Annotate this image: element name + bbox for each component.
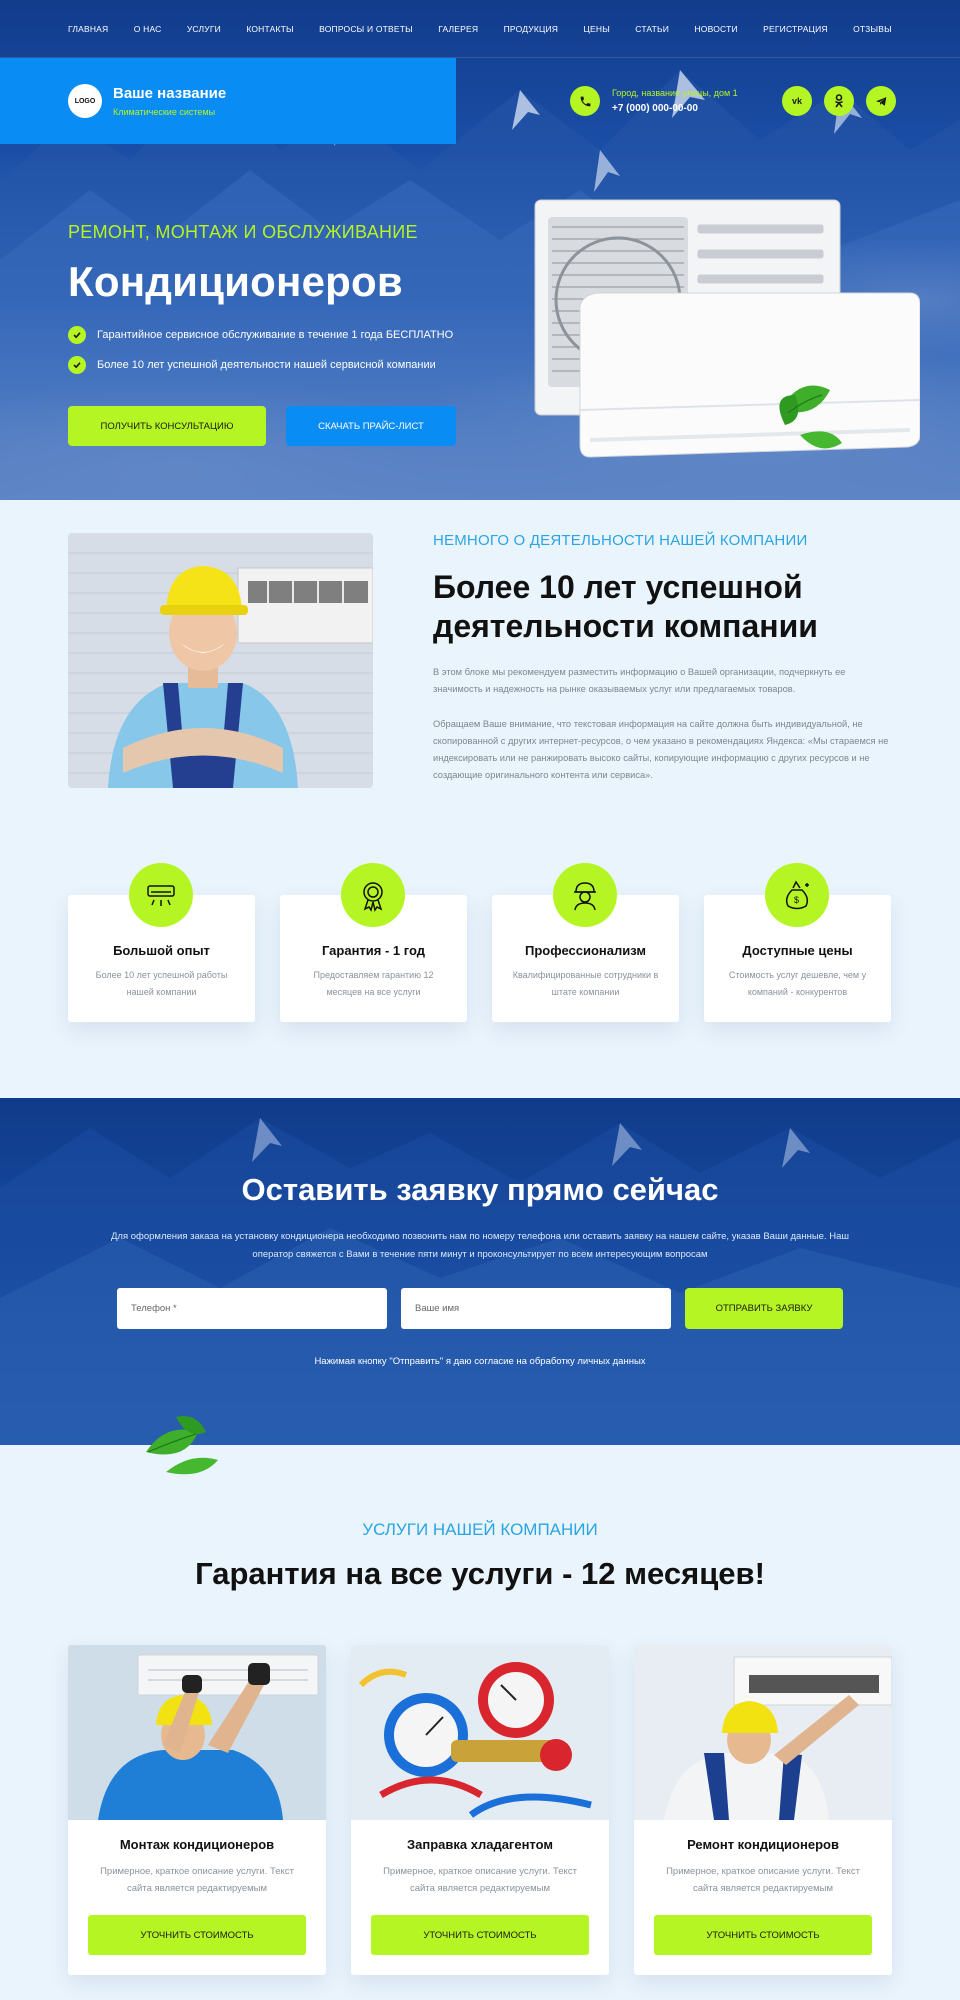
get-price-button[interactable]: УТОЧНИТЬ СТОИМОСТЬ (654, 1915, 872, 1955)
social-links: vk (782, 86, 896, 116)
about-paragraph-2: Обращаем Ваше внимание, что текстовая ин… (433, 719, 889, 780)
service-description: Примерное, краткое описание услуги. Текс… (383, 1866, 577, 1894)
money-bag-icon: $ (765, 863, 829, 927)
feature-card: $ Доступные цены Стоимость услуг дешевле… (704, 863, 891, 1022)
feature-text: Квалифицированные сотрудники в штате ком… (512, 970, 659, 997)
service-card: Заправка хладагентом Примерное, краткое … (351, 1645, 609, 1975)
service-image-installation (68, 1645, 326, 1820)
about-title: Более 10 лет успешной деятельности компа… (433, 569, 818, 644)
nav-item-products[interactable]: ПРОДУКЦИЯ (504, 24, 559, 34)
check-icon (68, 356, 86, 374)
hero-bullets: Гарантийное сервисное обслуживание в теч… (68, 326, 453, 386)
mountain-background (0, 1118, 960, 1445)
service-description: Примерное, краткое описание услуги. Текс… (666, 1866, 860, 1894)
nav-item-reviews[interactable]: ОТЗЫВЫ (853, 24, 892, 34)
brand-name: Ваше название (113, 85, 227, 102)
contact-phone[interactable]: +7 (000) 000-00-00 (612, 103, 738, 114)
page: ГЛАВНАЯ О НАС УСЛУГИ КОНТАКТЫ ВОПРОСЫ И … (0, 0, 960, 2000)
service-card: Монтаж кондиционеров Примерное, краткое … (68, 1645, 326, 1975)
logo[interactable]: LOGO (68, 84, 102, 118)
telegram-icon[interactable] (866, 86, 896, 116)
about-paragraph-1: В этом блоке мы рекомендуем разместить и… (433, 667, 846, 694)
nav-item-about[interactable]: О НАС (134, 24, 162, 34)
nav-item-faq[interactable]: ВОПРОСЫ И ОТВЕТЫ (319, 24, 413, 34)
about-subtitle: НЕМНОГО О ДЕЯТЕЛЬНОСТИ НАШЕЙ КОМПАНИИ (433, 532, 808, 549)
service-description: Примерное, краткое описание услуги. Текс… (100, 1866, 294, 1894)
feature-card: Большой опыт Более 10 лет успешной работ… (68, 863, 255, 1022)
brand-block[interactable]: LOGO Ваше название Климатические системы (0, 58, 456, 144)
name-field[interactable] (401, 1288, 671, 1329)
feature-text: Стоимость услуг дешевле, чем у компаний … (728, 970, 867, 997)
nav-item-home[interactable]: ГЛАВНАЯ (68, 24, 108, 34)
vk-icon[interactable]: vk (782, 86, 812, 116)
service-name: Ремонт кондиционеров (687, 1837, 839, 1852)
feature-text: Более 10 лет успешной работы нашей компа… (95, 970, 228, 997)
nav-item-registration[interactable]: РЕГИСТРАЦИЯ (763, 24, 828, 34)
nav-item-services[interactable]: УСЛУГИ (187, 24, 221, 34)
get-price-button[interactable]: УТОЧНИТЬ СТОИМОСТЬ (371, 1915, 589, 1955)
hero-subtitle: РЕМОНТ, МОНТАЖ И ОБСЛУЖИВАНИЕ (68, 222, 418, 242)
request-form-description: Для оформления заказа на установку конди… (111, 1231, 849, 1260)
feature-title: Профессионализм (525, 943, 646, 958)
download-price-button[interactable]: СКАЧАТЬ ПРАЙС-ЛИСТ (286, 406, 456, 446)
feature-text: Предоставляем гарантию 12 месяцев на все… (313, 970, 434, 997)
request-form-section: Оставить заявку прямо сейчас Для оформле… (0, 1098, 960, 1445)
request-form-title: Оставить заявку прямо сейчас (241, 1172, 719, 1207)
top-navigation: ГЛАВНАЯ О НАС УСЛУГИ КОНТАКТЫ ВОПРОСЫ И … (0, 0, 960, 58)
feature-title: Большой опыт (113, 943, 210, 958)
nav-item-articles[interactable]: СТАТЬИ (635, 24, 669, 34)
services-title: Гарантия на все услуги - 12 месяцев! (195, 1556, 765, 1591)
feature-card: Гарантия - 1 год Предоставляем гарантию … (280, 863, 467, 1022)
phone-icon[interactable] (570, 86, 600, 116)
nav-item-news[interactable]: НОВОСТИ (694, 24, 737, 34)
air-conditioner-illustration (534, 199, 920, 458)
phone-field[interactable] (117, 1288, 387, 1329)
air-conditioner-icon (129, 863, 193, 927)
nav-item-contacts[interactable]: КОНТАКТЫ (246, 24, 293, 34)
consent-note: Нажимая кнопку "Отправить" я даю согласи… (314, 1356, 646, 1367)
hero-bullet: Гарантийное сервисное обслуживание в теч… (68, 326, 453, 344)
service-image-refrigerant (351, 1645, 609, 1820)
feature-title: Гарантия - 1 год (321, 943, 426, 958)
submit-request-button[interactable]: ОТПРАВИТЬ ЗАЯВКУ (685, 1288, 843, 1329)
feature-card: Профессионализм Квалифицированные сотруд… (492, 863, 679, 1022)
get-price-button[interactable]: УТОЧНИТЬ СТОИМОСТЬ (88, 1915, 306, 1955)
award-medal-icon (341, 863, 405, 927)
check-icon (68, 326, 86, 344)
brand-tagline: Климатические системы (113, 107, 216, 117)
services-subtitle: УСЛУГИ НАШЕЙ КОМПАНИИ (362, 1520, 598, 1539)
service-name: Монтаж кондиционеров (119, 1837, 275, 1852)
hero-section: ГЛАВНАЯ О НАС УСЛУГИ КОНТАКТЫ ВОПРОСЫ И … (0, 0, 960, 500)
contact-address: Город, название улицы, дом 1 (612, 88, 738, 98)
nav-item-gallery[interactable]: ГАЛЕРЕЯ (438, 24, 478, 34)
service-name: Заправка хладагентом (406, 1837, 553, 1852)
mint-leaf-decoration (146, 1416, 218, 1475)
odnoklassniki-icon[interactable] (824, 86, 854, 116)
nav-item-prices[interactable]: ЦЕНЫ (584, 24, 610, 34)
hero-title: Кондиционеров (68, 258, 403, 305)
hero-bullet-text: Более 10 лет успешной деятельности нашей… (97, 359, 436, 371)
hero-bullet: Более 10 лет успешной деятельности нашей… (68, 356, 453, 374)
worker-photo (68, 533, 373, 788)
service-card: Ремонт кондиционеров Примерное, краткое … (634, 1645, 892, 1975)
service-image-repair (634, 1645, 892, 1820)
consultation-button[interactable]: ПОЛУЧИТЬ КОНСУЛЬТАЦИЮ (68, 406, 266, 446)
feature-title: Доступные цены (742, 943, 853, 958)
contact-block: Город, название улицы, дом 1 +7 (000) 00… (570, 86, 738, 116)
worker-helmet-icon (553, 863, 617, 927)
hero-bullet-text: Гарантийное сервисное обслуживание в теч… (97, 329, 454, 341)
svg-text:$: $ (794, 895, 799, 905)
